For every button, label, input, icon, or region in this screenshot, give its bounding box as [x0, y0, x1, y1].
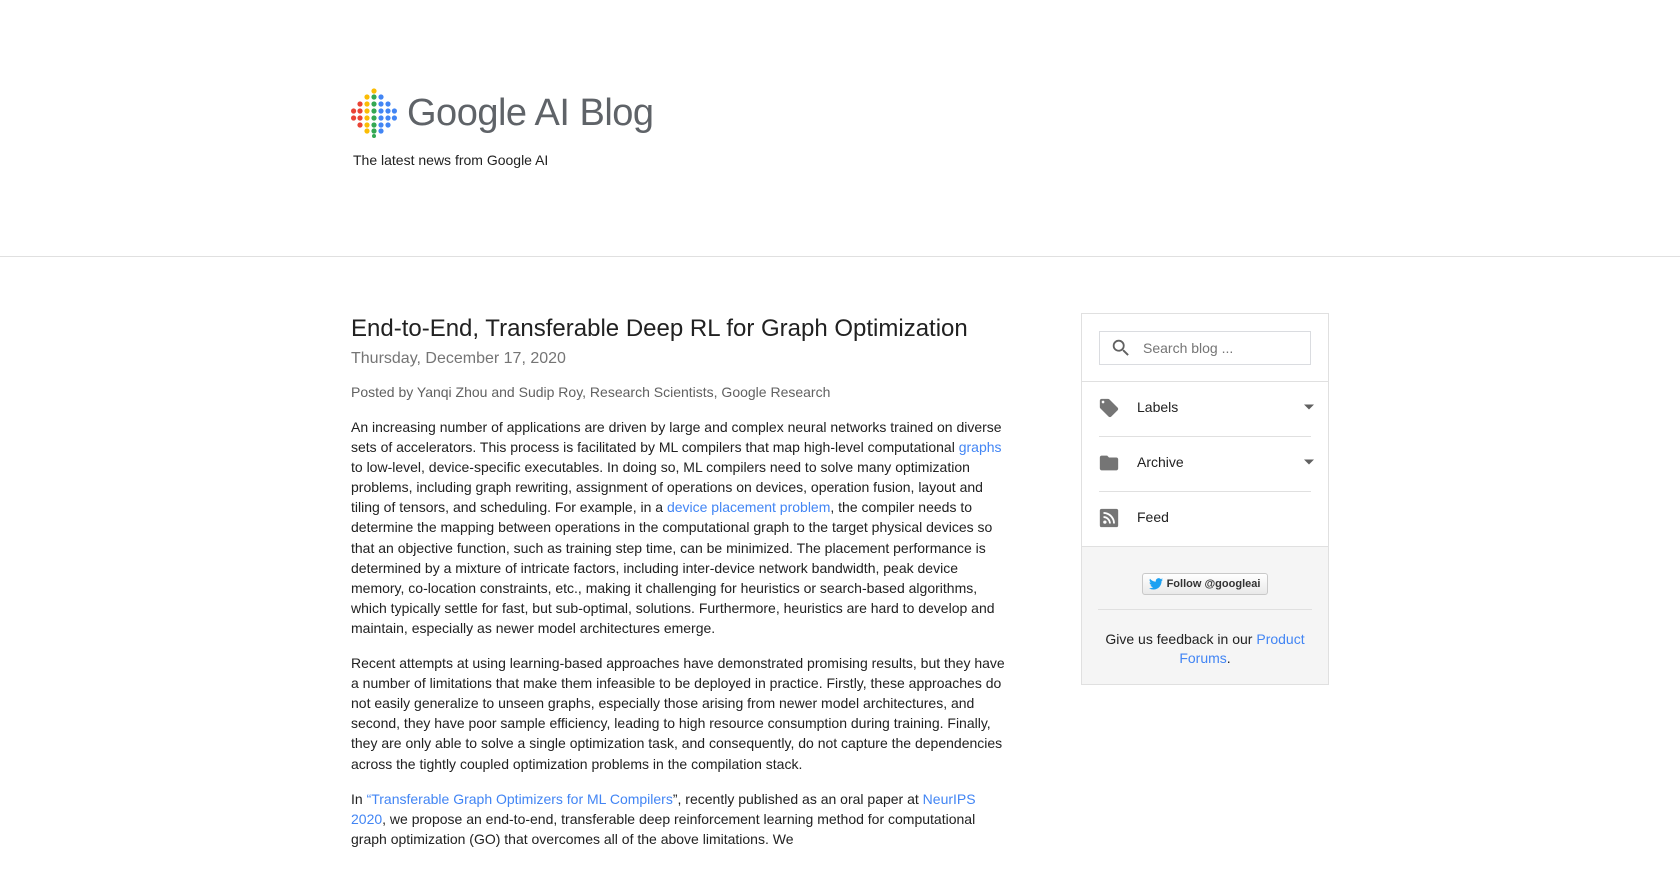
sidebar-item-feed[interactable]: Feed — [1082, 492, 1328, 546]
logo-wordmark: Google AI Blog — [407, 92, 654, 135]
sidebar: Labels Archive Feed Follow @googleai Giv… — [1081, 313, 1329, 685]
post-title[interactable]: End-to-End, Transferable Deep RL for Gra… — [351, 312, 1011, 346]
post-paragraph-3: In “Transferable Graph Optimizers for ML… — [351, 789, 1011, 849]
chevron-down-icon[interactable] — [1302, 400, 1316, 414]
post-article: End-to-End, Transferable Deep RL for Gra… — [351, 312, 1011, 849]
search-icon[interactable] — [1110, 337, 1132, 359]
logo-google-word: Google — [407, 91, 527, 134]
blog-header: Google AI Blog The latest news from Goog… — [0, 0, 1680, 257]
search-input[interactable] — [1143, 340, 1303, 356]
post-date: Thursday, December 17, 2020 — [351, 350, 566, 367]
folder-icon — [1099, 455, 1119, 471]
sidebar-item-label: Labels — [1137, 399, 1179, 415]
chevron-down-icon[interactable] — [1302, 455, 1316, 469]
post-paragraph-2: Recent attempts at using learning-based … — [351, 655, 1005, 772]
device-placement-link[interactable]: device placement problem — [667, 499, 830, 515]
twitter-bird-icon — [1148, 578, 1163, 590]
sidebar-item-archive[interactable]: Archive — [1082, 437, 1328, 491]
sidebar-item-label: Feed — [1137, 509, 1169, 525]
blog-tagline: The latest news from Google AI — [353, 152, 549, 168]
graphs-link[interactable]: graphs — [959, 439, 1002, 455]
feedback-text: Give us feedback in our Product Forums. — [1098, 630, 1312, 668]
paragraph-text: , we propose an end-to-end, transferable… — [351, 810, 976, 847]
post-paragraph-1: An increasing number of applications are… — [351, 417, 1011, 638]
blog-logo[interactable]: Google AI Blog — [351, 88, 654, 138]
sidebar-item-labels[interactable]: Labels — [1082, 382, 1328, 436]
feedback-suffix: . — [1226, 650, 1231, 666]
paragraph-text: In — [351, 790, 367, 807]
divider — [1098, 609, 1312, 610]
label-tag-icon — [1099, 398, 1119, 418]
sidebar-item-label: Archive — [1137, 454, 1184, 470]
logo-ai-blog-word: AI Blog — [534, 91, 655, 134]
follow-twitter-button[interactable]: Follow @googleai — [1141, 573, 1269, 595]
search-box[interactable] — [1099, 331, 1311, 365]
paragraph-text: ”, recently published as an oral paper a… — [672, 790, 923, 807]
paragraph-text: , the compiler needs to determine the ma… — [351, 499, 995, 636]
follow-label: Follow @googleai — [1166, 578, 1261, 590]
rss-feed-icon — [1099, 508, 1119, 528]
google-ai-dots-icon — [351, 88, 397, 138]
sidebar-footer: Follow @googleai Give us feedback in our… — [1082, 546, 1328, 684]
feedback-prefix: Give us feedback in our — [1105, 631, 1257, 647]
post-author: Posted by Yanqi Zhou and Sudip Roy, Rese… — [351, 384, 831, 400]
paper-link[interactable]: “Transferable Graph Optimizers for ML Co… — [367, 791, 673, 807]
paragraph-text: An increasing number of applications are… — [351, 419, 1002, 456]
